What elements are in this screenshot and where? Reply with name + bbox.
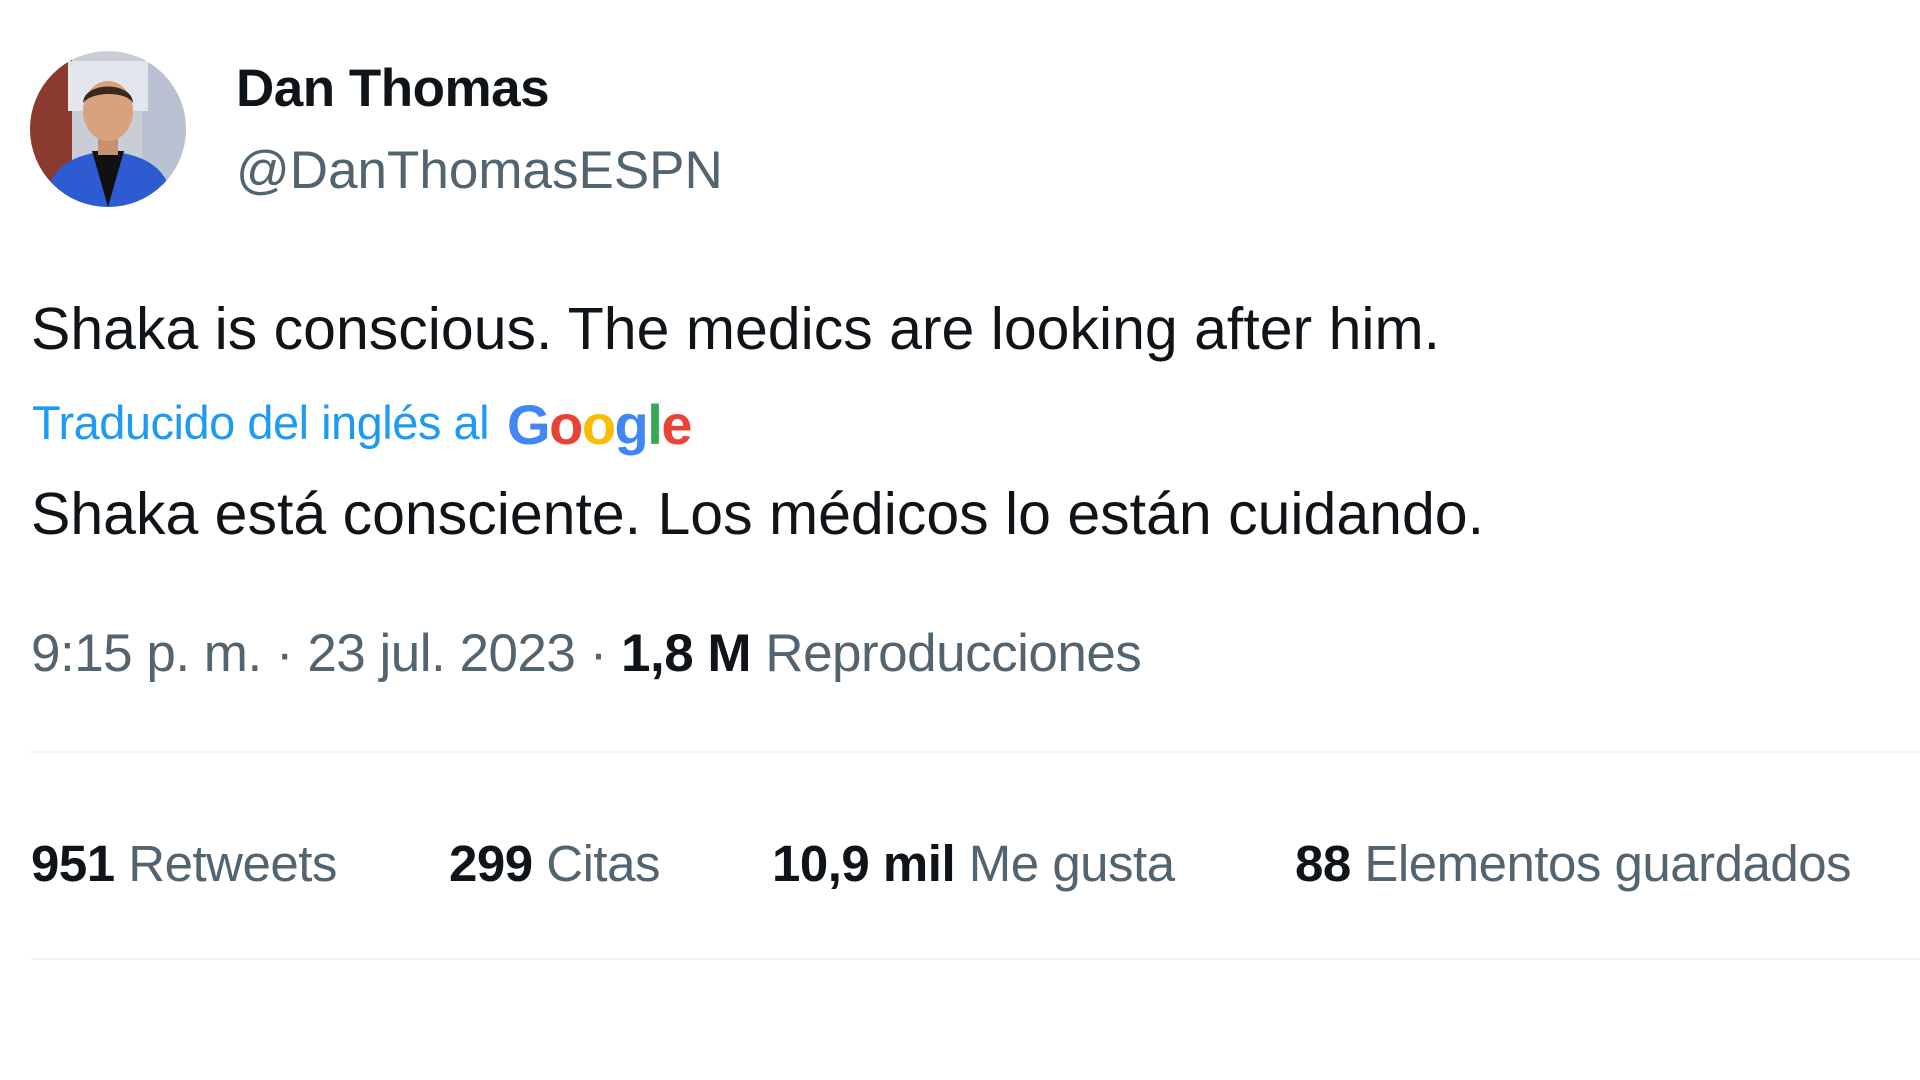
tweet-time[interactable]: 9:15 p. m. [31, 624, 262, 683]
translated-tweet-text: Shaka está consciente. Los médicos lo es… [31, 481, 1484, 547]
bookmarks-count: 88 [1295, 835, 1351, 892]
profile-photo [30, 51, 186, 207]
meta-separator: · [589, 624, 608, 683]
likes-count: 10,9 mil [772, 835, 956, 892]
tweet-detail: Dan Thomas @DanThomasESPN Shaka is consc… [0, 0, 1920, 1080]
quotes-label: Citas [546, 835, 660, 892]
likes-label: Me gusta [968, 835, 1175, 892]
translation-label[interactable]: Traducido del inglés al [32, 395, 490, 450]
views-count: 1,8 M [621, 624, 752, 683]
tweet-date[interactable]: 23 jul. 2023 [307, 624, 576, 683]
author-name[interactable]: Dan Thomas [236, 58, 550, 119]
bookmarks-label: Elementos guardados [1364, 835, 1852, 892]
tweet-metadata: 9:15 p. m. · 23 jul. 2023 · 1,8 M Reprod… [31, 623, 1142, 684]
likes-stat[interactable]: 10,9 mil Me gusta [772, 834, 1175, 893]
avatar[interactable] [30, 51, 186, 207]
quotes-stat[interactable]: 299 Citas [449, 834, 660, 893]
retweets-label: Retweets [128, 835, 337, 892]
meta-separator: · [275, 624, 294, 683]
quotes-count: 299 [449, 835, 533, 892]
divider [31, 751, 1920, 753]
divider [31, 958, 1920, 960]
author-handle[interactable]: @DanThomasESPN [236, 140, 723, 201]
retweets-stat[interactable]: 951 Retweets [31, 834, 337, 893]
views-label: Reproducciones [765, 624, 1142, 683]
translation-attribution[interactable]: Traducido del inglés al Google [32, 390, 692, 456]
google-logo: Google [507, 393, 692, 456]
bookmarks-stat[interactable]: 88 Elementos guardados [1295, 834, 1852, 893]
tweet-text: Shaka is conscious. The medics are looki… [31, 296, 1441, 362]
retweets-count: 951 [31, 835, 115, 892]
